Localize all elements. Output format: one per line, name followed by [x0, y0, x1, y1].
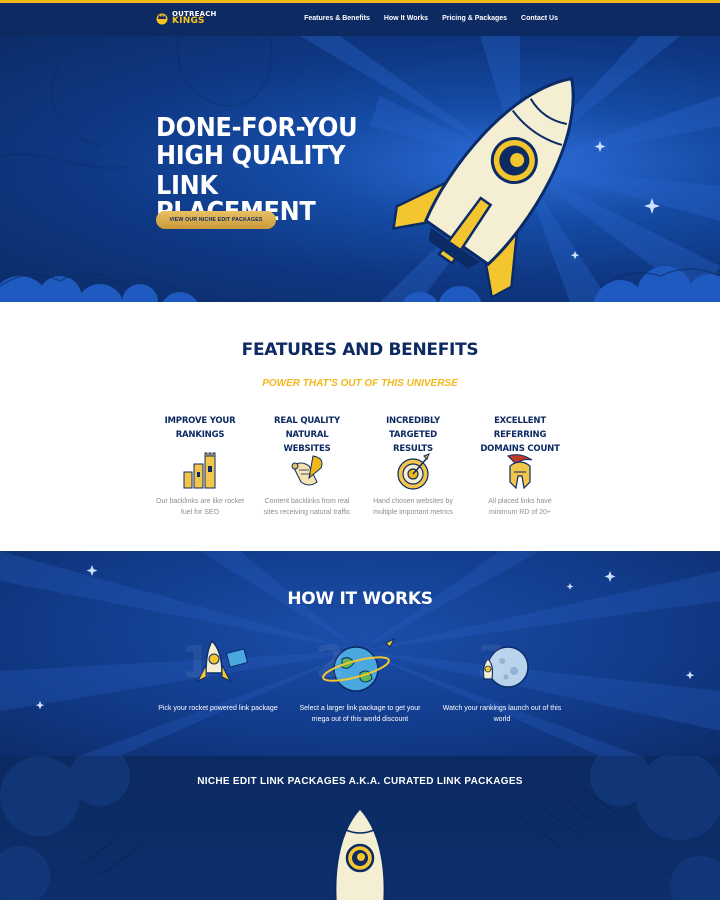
scroll-quill-icon — [291, 455, 323, 486]
step-text-line: mega out of this world discount — [311, 716, 409, 723]
top-navigation: OUTREACH KINGS Features & Benefits How I… — [0, 0, 720, 36]
hero-headline: DONE-FOR-YOU HIGH QUALITY LINK PLACEMENT — [156, 112, 396, 226]
step-card-3: 3 Watch your rankings launch out of this… — [437, 637, 567, 725]
step-text-line: Pick your rocket powered link package — [158, 705, 278, 712]
feature-title: REAL QUALITY NATURAL WEBSITES — [259, 414, 355, 454]
feature-card-websites: REAL QUALITY NATURAL WEBSITES Content ba… — [259, 414, 355, 518]
packages-section: NICHE EDIT LINK PACKAGES A.K.A. CURATED … — [0, 756, 720, 900]
crown-icon — [156, 13, 168, 25]
feature-card-rankings: IMPROVE YOUR RANKINGS Our backlinks are … — [152, 414, 248, 518]
feature-title: EXCELLENT REFERRING DOMAINS COUNT — [472, 414, 568, 454]
hero-headline-line-1: DONE-FOR-YOU — [156, 112, 358, 143]
step-card-2: 2 Select a larger link package to get yo… — [295, 637, 425, 725]
brand-logo[interactable]: OUTREACH KINGS — [156, 11, 217, 26]
step-description: Pick your rocket powered link package — [153, 703, 283, 714]
nav-menu: Features & Benefits How It Works Pricing… — [304, 15, 558, 22]
step-number: 3 — [477, 637, 508, 688]
nav-link-pricing[interactable]: Pricing & Packages — [442, 15, 507, 22]
feature-title-line: RANKINGS — [175, 430, 225, 440]
brand-line-2: KINGS — [172, 16, 205, 26]
how-it-works-section: HOW IT WORKS 1 Pick your rocket powered … — [0, 551, 720, 756]
step-number: 1 — [181, 637, 212, 688]
feature-text-line: Our backlinks are like rocket — [156, 498, 244, 505]
brand-wordmark: OUTREACH KINGS — [172, 11, 217, 26]
step-text-line: Select a larger link package to get your — [299, 705, 421, 712]
step-description: Watch your rankings launch out of this w… — [437, 703, 567, 725]
feature-card-domains: EXCELLENT REFERRING DOMAINS COUNT All pl… — [472, 414, 568, 518]
castle-icon — [183, 452, 216, 489]
feature-title-line: WEBSITES — [283, 444, 331, 454]
feature-text-line: multiple important metrics — [373, 509, 453, 516]
packages-rocket-illustration — [334, 806, 386, 900]
packages-title: NICHE EDIT LINK PACKAGES A.K.A. CURATED … — [197, 776, 523, 787]
nav-link-contact[interactable]: Contact Us — [521, 15, 558, 22]
feature-description: All placed links have minimum RD of 20+ — [472, 496, 568, 518]
feature-description: Content backlinks from real sites receiv… — [259, 496, 355, 518]
feature-text-line: fuel for SEO — [180, 509, 220, 516]
feature-title-line: DOMAINS COUNT — [480, 444, 560, 454]
nav-link-features[interactable]: Features & Benefits — [304, 15, 370, 22]
step-card-1: 1 Pick your rocket powered link package — [153, 637, 283, 714]
step-text-line: Watch your rankings launch out of this — [442, 705, 562, 712]
feature-title-line: EXCELLENT REFERRING — [493, 416, 547, 440]
feature-card-targeted: INCREDIBLY TARGETED RESULTS Hand chosen … — [365, 414, 461, 518]
features-section: FEATURES AND BENEFITS POWER THAT'S OUT O… — [0, 302, 720, 551]
hero-headline-line-2: HIGH QUALITY LINK — [156, 140, 346, 201]
feature-title-line: REAL QUALITY NATURAL — [274, 416, 340, 440]
view-packages-button[interactable]: VIEW OUR NICHE EDIT PACKAGES — [156, 211, 276, 229]
feature-description: Hand chosen websites by multiple importa… — [365, 496, 461, 518]
hero-section: DONE-FOR-YOU HIGH QUALITY LINK PLACEMENT… — [0, 36, 720, 302]
feature-text-line: sites receiving natural traffic — [263, 509, 351, 516]
nav-link-how-it-works[interactable]: How It Works — [384, 15, 428, 22]
features-title: FEATURES AND BENEFITS — [241, 340, 479, 360]
features-subtitle: POWER THAT'S OUT OF THIS UNIVERSE — [262, 378, 458, 389]
target-icon — [397, 453, 430, 490]
feature-title: INCREDIBLY TARGETED RESULTS — [365, 414, 461, 454]
step-description: Select a larger link package to get your… — [295, 703, 425, 725]
feature-title-line: RESULTS — [393, 444, 433, 454]
feature-title: IMPROVE YOUR RANKINGS — [152, 414, 248, 444]
feature-title-line: INCREDIBLY TARGETED — [386, 416, 440, 440]
feature-text-line: All placed links have — [488, 498, 552, 505]
how-it-works-title: HOW IT WORKS — [287, 589, 433, 609]
feature-text-line: Content backlinks from real — [264, 498, 350, 505]
feature-text-line: minimum RD of 20+ — [488, 509, 552, 516]
feature-description: Our backlinks are like rocket fuel for S… — [152, 496, 248, 518]
spartan-helmet-icon — [507, 454, 533, 490]
step-text-line: world — [493, 716, 511, 723]
feature-text-line: Hand chosen websites by — [373, 498, 453, 505]
step-number: 2 — [315, 637, 346, 688]
feature-title-line: IMPROVE YOUR — [164, 416, 236, 426]
